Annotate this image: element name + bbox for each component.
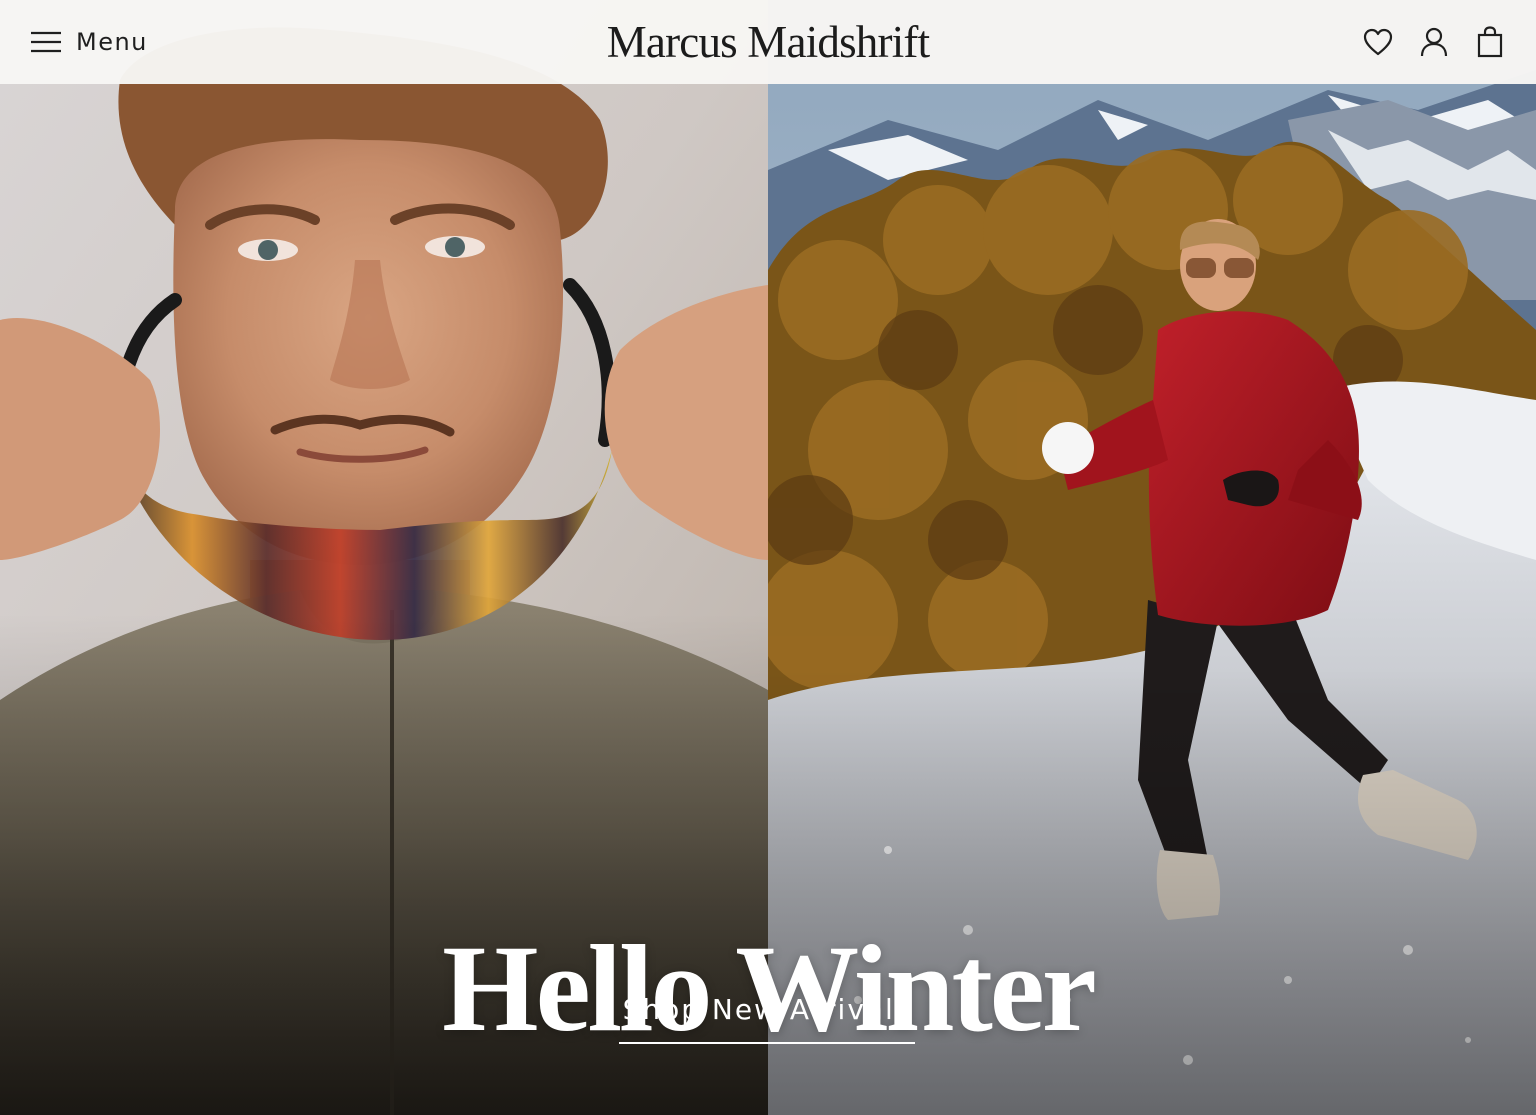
page: Hello Winter Shop New Arrivals Menu Marc… — [0, 0, 1536, 1115]
brand-logo[interactable]: Marcus Maidshrift — [0, 16, 1536, 68]
heart-icon[interactable] — [1362, 24, 1394, 60]
user-icon[interactable] — [1418, 24, 1450, 60]
shop-new-arrivals-link[interactable]: Shop New Arrivals — [619, 990, 915, 1044]
site-header: Menu Marcus Maidshrift — [0, 0, 1536, 84]
shopping-bag-icon[interactable] — [1474, 24, 1506, 60]
hero-banner: Hello Winter Shop New Arrivals — [0, 0, 1536, 1115]
header-actions — [1362, 24, 1506, 60]
